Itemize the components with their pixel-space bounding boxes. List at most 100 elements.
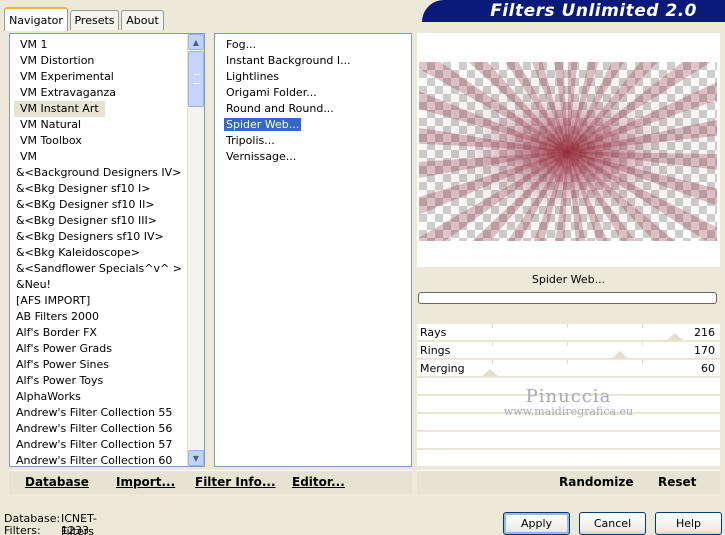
param-row-merging[interactable]: Merging 60 bbox=[417, 360, 720, 377]
slider-tick bbox=[492, 324, 493, 328]
param-label: Merging bbox=[420, 362, 465, 375]
tab-presets[interactable]: Presets bbox=[70, 10, 119, 30]
category-item[interactable]: Andrew's Filter Collection 60 bbox=[10, 453, 204, 466]
tab-navigator[interactable]: Navigator bbox=[4, 7, 68, 31]
param-slider-marker[interactable] bbox=[612, 351, 628, 358]
scroll-thumb[interactable] bbox=[188, 51, 204, 107]
param-row-rings[interactable]: Rings 170 bbox=[417, 342, 720, 359]
tab-about[interactable]: About bbox=[121, 10, 164, 30]
scroll-up-button[interactable]: ▲ bbox=[188, 34, 204, 50]
category-row: VM Natural bbox=[10, 117, 204, 133]
category-scrollbar[interactable]: ▲ ▼ bbox=[187, 34, 204, 466]
category-row: Alf's Border FX bbox=[10, 325, 204, 341]
slider-tick bbox=[567, 342, 568, 346]
import-link[interactable]: Import... bbox=[116, 475, 175, 489]
category-row: &<Bkg Designers sf10 IV> bbox=[10, 229, 204, 245]
category-row: Alf's Power Sines bbox=[10, 357, 204, 373]
category-row: [AFS IMPORT] bbox=[10, 293, 204, 309]
category-list[interactable]: VM 1 VM Distortion VM Experimental VM Extra… bbox=[9, 33, 205, 467]
category-row: VM bbox=[10, 149, 204, 165]
category-item[interactable]: &Neu! bbox=[10, 277, 204, 293]
param-value: 216 bbox=[694, 326, 715, 339]
category-item[interactable]: Andrew's Filter Collection 56 bbox=[10, 421, 204, 437]
chevron-down-icon: ▼ bbox=[192, 453, 200, 463]
category-item[interactable]: VM Extravaganza bbox=[10, 85, 204, 101]
category-item[interactable]: &<Sandflower Specials^v^ > bbox=[10, 261, 204, 277]
category-item[interactable]: Andrew's Filter Collection 57 bbox=[10, 437, 204, 453]
category-row: &<Bkg Designer sf10 I> bbox=[10, 181, 204, 197]
category-item[interactable]: Alf's Power Sines bbox=[10, 357, 204, 373]
help-button[interactable]: Help bbox=[655, 512, 722, 535]
database-link[interactable]: Database bbox=[25, 475, 89, 489]
filter-item[interactable]: Instant Background I... bbox=[215, 53, 411, 69]
filter-item-label: Round and Round... bbox=[226, 102, 334, 115]
category-row: Andrew's Filter Collection 55 bbox=[10, 405, 204, 421]
title-banner: Filters Unlimited 2.0 bbox=[422, 0, 725, 22]
category-item[interactable]: VM 1 bbox=[10, 37, 204, 53]
progress-bar bbox=[418, 292, 717, 304]
category-items: VM 1 VM Distortion VM Experimental VM Extra… bbox=[10, 34, 204, 466]
category-row: VM Extravaganza bbox=[10, 85, 204, 101]
category-item[interactable]: &<Bkg Kaleidoscope> bbox=[10, 245, 204, 261]
param-slider-marker[interactable] bbox=[482, 369, 498, 376]
category-item[interactable]: [AFS IMPORT] bbox=[10, 293, 204, 309]
param-row-rays[interactable]: Rays 216 bbox=[417, 324, 720, 341]
category-item[interactable]: VM Natural bbox=[10, 117, 204, 133]
category-row: &<Bkg Designer sf10 III> bbox=[10, 213, 204, 229]
help-label: Help bbox=[675, 517, 702, 530]
filter-items: Fog... Instant Background I... Lightlines O… bbox=[215, 34, 411, 165]
preview-filter-name: Spider Web... bbox=[531, 273, 606, 286]
scroll-down-button[interactable]: ▼ bbox=[188, 450, 204, 466]
category-item[interactable]: AlphaWorks bbox=[10, 389, 204, 405]
category-item[interactable]: &<Bkg Designers sf10 IV> bbox=[10, 229, 204, 245]
filter-info-link[interactable]: Filter Info... bbox=[195, 475, 276, 489]
filter-item-label: Lightlines bbox=[226, 70, 280, 83]
category-item[interactable]: VM bbox=[10, 149, 204, 165]
category-item[interactable]: &<Background Designers IV> bbox=[10, 165, 204, 181]
editor-link[interactable]: Editor... bbox=[292, 475, 345, 489]
category-item[interactable]: &<BKg Designer sf10 II> bbox=[10, 197, 204, 213]
category-item[interactable]: Alf's Border FX bbox=[10, 325, 204, 341]
slider-tick bbox=[492, 360, 493, 364]
category-item[interactable]: VM Experimental bbox=[10, 69, 204, 85]
category-row: VM Experimental bbox=[10, 69, 204, 85]
filter-item[interactable]: Tripolis... bbox=[215, 133, 411, 149]
slider-tick bbox=[567, 324, 568, 328]
category-item[interactable]: Alf's Power Toys bbox=[10, 373, 204, 389]
category-item[interactable]: &<Bkg Designer sf10 I> bbox=[10, 181, 204, 197]
watermark: Pinuccia www.maidiregrafica.eu bbox=[417, 386, 720, 418]
reset-button[interactable]: Reset bbox=[658, 475, 696, 489]
filter-item[interactable]: Lightlines bbox=[215, 69, 411, 85]
status-filters-label: Filters: bbox=[4, 524, 41, 535]
category-row: Alf's Power Toys bbox=[10, 373, 204, 389]
category-item[interactable]: VM Toolbox bbox=[10, 133, 204, 149]
slider-tick bbox=[642, 324, 643, 328]
filter-list[interactable]: Fog... Instant Background I... Lightlines O… bbox=[214, 33, 412, 467]
tab-label: Presets bbox=[74, 14, 115, 27]
filter-item-label: Spider Web... bbox=[224, 118, 302, 131]
category-item[interactable]: VM Instant Art bbox=[14, 101, 105, 117]
apply-button[interactable]: Apply bbox=[503, 512, 570, 535]
status-filters-value: 1233 bbox=[61, 524, 89, 535]
filter-item-label: Fog... bbox=[226, 38, 257, 51]
param-slider-marker[interactable] bbox=[667, 333, 683, 340]
cancel-button[interactable]: Cancel bbox=[579, 512, 646, 535]
tab-label: About bbox=[126, 14, 159, 27]
category-item[interactable]: AB Filters 2000 bbox=[10, 309, 204, 325]
randomize-button[interactable]: Randomize bbox=[559, 475, 633, 489]
filter-item[interactable]: Round and Round... bbox=[215, 101, 411, 117]
category-row: Andrew's Filter Collection 60 bbox=[10, 453, 204, 466]
preview-image[interactable] bbox=[419, 62, 717, 241]
filter-item-label: Vernissage... bbox=[226, 150, 297, 163]
param-label: Rays bbox=[420, 326, 447, 339]
filter-item[interactable]: Origami Folder... bbox=[215, 85, 411, 101]
category-item[interactable]: &<Bkg Designer sf10 III> bbox=[10, 213, 204, 229]
category-item[interactable]: Alf's Power Grads bbox=[10, 341, 204, 357]
filter-item[interactable]: Fog... bbox=[215, 37, 411, 53]
filter-item[interactable]: Spider Web... bbox=[215, 117, 411, 133]
slider-tick bbox=[642, 342, 643, 346]
param-label: Rings bbox=[420, 344, 451, 357]
filter-item[interactable]: Vernissage... bbox=[215, 149, 411, 165]
category-item[interactable]: VM Distortion bbox=[10, 53, 204, 69]
category-item[interactable]: Andrew's Filter Collection 55 bbox=[10, 405, 204, 421]
